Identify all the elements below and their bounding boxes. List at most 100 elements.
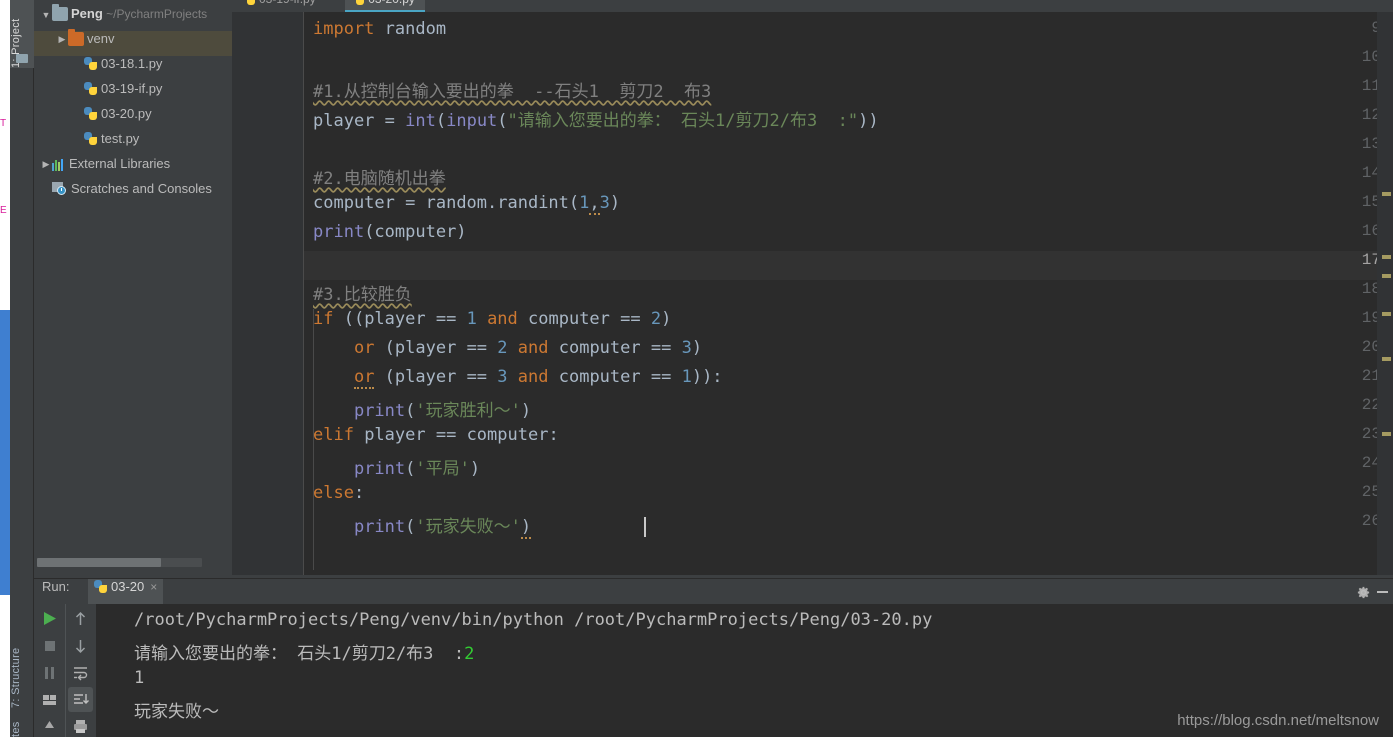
code-token: )): [691,367,723,387]
soft-wrap-icon[interactable] [68,660,93,685]
warning-marker[interactable] [1382,255,1391,259]
tree-item-external-libraries[interactable]: ▶ External Libraries [34,156,232,181]
run-toolbar[interactable] [34,604,96,737]
tree-item-path: ~/PycharmProjects [102,7,208,21]
scrollbar-thumb[interactable] [37,558,161,567]
up-arrow-icon[interactable] [68,606,93,631]
code-line: print('平局') [313,454,480,483]
bg-fragment-1: T [0,118,7,129]
code-token: and [487,309,518,329]
tree-item-label: test.py [101,131,140,146]
tool-window-button-structure[interactable]: 7: Structure [10,630,34,708]
code-token: (player [374,338,467,358]
left-tool-strip: 1: Project 7: Structure tes [10,0,34,737]
chevron-right-icon[interactable]: ▶ [40,159,52,170]
warning-marker[interactable] [1382,432,1391,436]
code-token: computer [548,338,651,358]
warning-marker[interactable] [1382,357,1391,361]
console-text: 请输入您要出的拳： 石头1/剪刀2/布3 : [134,644,465,664]
code-token: ( [497,111,508,131]
close-icon[interactable]: × [150,580,157,594]
code-token: 1 [466,309,477,329]
editor-tab-03-19-if-py[interactable]: 03-19-if.py [236,0,326,12]
code-token: #1.从控制台输入要出的拳 --石头1 剪刀2 布3 [313,82,712,102]
project-horizontal-scrollbar[interactable] [37,558,202,567]
code-token: ( [405,459,416,479]
tree-item-label: 03-18.1.py [101,56,163,71]
layout-icon[interactable] [37,687,62,712]
bg-selection-block [0,310,10,595]
run-configuration-tab[interactable]: 03-20 × [88,579,164,605]
console-text: 1 [134,668,145,688]
tree-item-03-20-py[interactable]: ▶ 03-20.py [34,106,232,131]
code-token: == [620,309,651,329]
code-line: print('玩家胜利〜') [313,396,531,425]
code-token: computer [517,309,621,329]
console-line: 1 [134,668,1393,697]
code-line: #1.从控制台输入要出的拳 --石头1 剪刀2 布3 [313,77,711,106]
code-token: )) [858,111,879,131]
library-icon [52,159,66,171]
code-token: ) [520,517,532,539]
code-line: or (player == 2 and computer == 3) [313,338,702,367]
down-arrow-icon[interactable] [68,633,93,658]
code-token: (player [374,367,467,387]
indent-guide [313,309,314,570]
tool-window-button-favorites[interactable]: tes [10,712,34,737]
tree-item-label: Scratches and Consoles [71,181,212,196]
code-token: : [353,483,365,503]
code-token: ) [469,459,481,479]
gear-icon[interactable] [1356,585,1371,600]
pause-icon[interactable] [37,660,62,685]
code-token: ) [691,338,703,358]
code-text-area[interactable]: import random #1.从控制台输入要出的拳 --石头1 剪刀2 布3 p… [305,12,1377,575]
tree-item-03-18-1-py[interactable]: ▶ 03-18.1.py [34,56,232,81]
editor-tab-03-20-py[interactable]: 03-20.py [345,0,425,12]
code-line: print('玩家失败〜') [313,512,532,541]
editor-tab-label: 03-20.py [368,0,415,6]
tree-item-scratches-and-consoles[interactable]: ▶ Scratches and Consoles [34,181,232,206]
tree-item-venv[interactable]: ▶ venv [34,29,232,56]
console-line: /root/PycharmProjects/Peng/venv/bin/pyth… [134,610,1393,639]
warning-marker[interactable] [1382,274,1391,278]
chevron-down-icon[interactable]: ▼ [40,10,52,20]
print-icon[interactable] [68,714,93,737]
code-token: = [384,111,406,131]
chevron-right-icon[interactable]: ▶ [56,34,68,45]
code-token: #3.比较胜负 [313,285,412,305]
pin-icon[interactable] [37,714,62,737]
project-tree[interactable]: ▼Peng ~/PycharmProjects▶venv▶03-18.1.py▶… [34,4,232,206]
run-label: Run: [42,579,70,594]
code-token: print [353,459,406,479]
scroll-to-end-icon[interactable] [68,687,93,712]
minimize-icon[interactable] [1377,591,1388,593]
python-file-icon [351,0,365,6]
code-line: import random [313,19,446,48]
code-token: if [313,309,334,329]
code-editor[interactable]: 91011121314151617181920212223242526 impo… [232,12,1393,575]
python-file-icon [84,107,98,121]
code-token: '玩家失败〜' [415,517,521,537]
code-token: computer [313,193,406,213]
code-token: input [446,111,498,131]
warning-marker-gutter[interactable] [1377,12,1393,575]
stop-icon[interactable] [37,633,62,658]
project-tool-window: ▼Peng ~/PycharmProjects▶venv▶03-18.1.py▶… [34,0,232,575]
console-line: 请输入您要出的拳： 石头1/剪刀2/布3 :2 [134,639,1393,668]
code-token: == [435,309,467,329]
toolbar-divider [65,604,66,737]
warning-marker[interactable] [1382,192,1391,196]
code-token: '玩家胜利〜' [415,401,521,421]
code-token: computer [548,367,651,387]
editor-tab-bar[interactable]: 03-19-if.py 03-20.py [232,0,1393,12]
tree-item-test-py[interactable]: ▶ test.py [34,131,232,156]
warning-marker[interactable] [1382,312,1391,316]
code-line: elif player == computer: [313,425,559,454]
tree-item-peng[interactable]: ▼ Peng ~/PycharmProjects [34,4,232,31]
code-token: == [650,338,682,358]
rerun-icon[interactable] [37,606,62,631]
folder-icon [52,4,68,21]
tree-item-03-19-if-py[interactable]: ▶ 03-19-if.py [34,81,232,106]
